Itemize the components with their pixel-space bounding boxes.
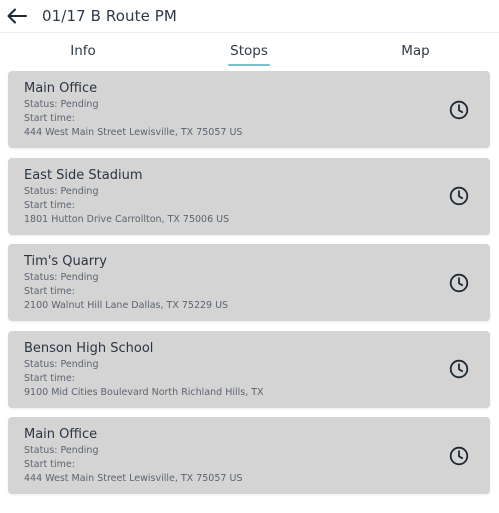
stop-card[interactable]: Main Office Status: Pending Start time: … — [8, 71, 490, 148]
tab-map-label: Map — [401, 42, 430, 59]
tab-info-label: Info — [70, 42, 96, 59]
stop-card[interactable]: Main Office Status: Pending Start time: … — [8, 417, 490, 494]
stops-list: Main Office Status: Pending Start time: … — [0, 71, 499, 494]
stop-address: 9100 Mid Cities Boulevard North Richland… — [24, 386, 264, 398]
top-bar: 01/17 B Route PM — [0, 0, 499, 32]
stop-start-time: Start time: — [24, 372, 75, 384]
clock-icon[interactable] — [448, 99, 470, 121]
stop-address: 1801 Hutton Drive Carrollton, TX 75006 U… — [24, 213, 230, 225]
stop-address: 444 West Main Street Lewisville, TX 7505… — [24, 127, 243, 138]
stop-status: Status: Pending — [24, 99, 99, 110]
stop-start-time: Start time: — [24, 199, 75, 211]
page-title: 01/17 B Route PM — [42, 7, 177, 25]
stop-address: 2100 Walnut Hill Lane Dallas, TX 75229 U… — [24, 300, 229, 311]
stop-start-time: Start time: — [24, 113, 75, 124]
stop-name: Benson High School — [24, 340, 154, 356]
stop-status: Status: Pending — [24, 272, 99, 283]
active-tab-indicator — [228, 64, 270, 66]
stop-card[interactable]: Benson High School Status: Pending Start… — [8, 330, 490, 408]
stop-status: Status: Pending — [24, 445, 99, 456]
tab-map[interactable]: Map — [332, 33, 499, 68]
stop-name: Tim's Quarry — [24, 254, 107, 269]
stop-card[interactable]: Tim's Quarry Status: Pending Start time:… — [8, 244, 490, 321]
stop-status: Status: Pending — [24, 185, 99, 197]
stop-start-time: Start time: — [24, 459, 75, 470]
tab-bar: Info Stops Map — [0, 32, 499, 68]
app-screen: 01/17 B Route PM Info Stops Map Main Off… — [0, 0, 499, 513]
stop-card[interactable]: East Side Stadium Status: Pending Start … — [8, 157, 490, 235]
stop-address: 444 West Main Street Lewisville, TX 7505… — [24, 473, 243, 484]
stop-name: Main Office — [24, 81, 98, 96]
stop-name: East Side Stadium — [24, 167, 143, 183]
arrow-left-icon — [7, 8, 27, 24]
clock-icon[interactable] — [448, 358, 470, 380]
tab-stops-label: Stops — [230, 42, 268, 59]
tab-info[interactable]: Info — [0, 33, 166, 68]
tab-stops[interactable]: Stops — [166, 33, 332, 68]
stop-name: Main Office — [24, 427, 98, 442]
stop-start-time: Start time: — [24, 286, 75, 297]
clock-icon[interactable] — [448, 272, 470, 294]
clock-icon[interactable] — [448, 445, 470, 467]
clock-icon[interactable] — [448, 185, 470, 207]
stop-status: Status: Pending — [24, 358, 99, 370]
back-button[interactable] — [4, 3, 30, 29]
